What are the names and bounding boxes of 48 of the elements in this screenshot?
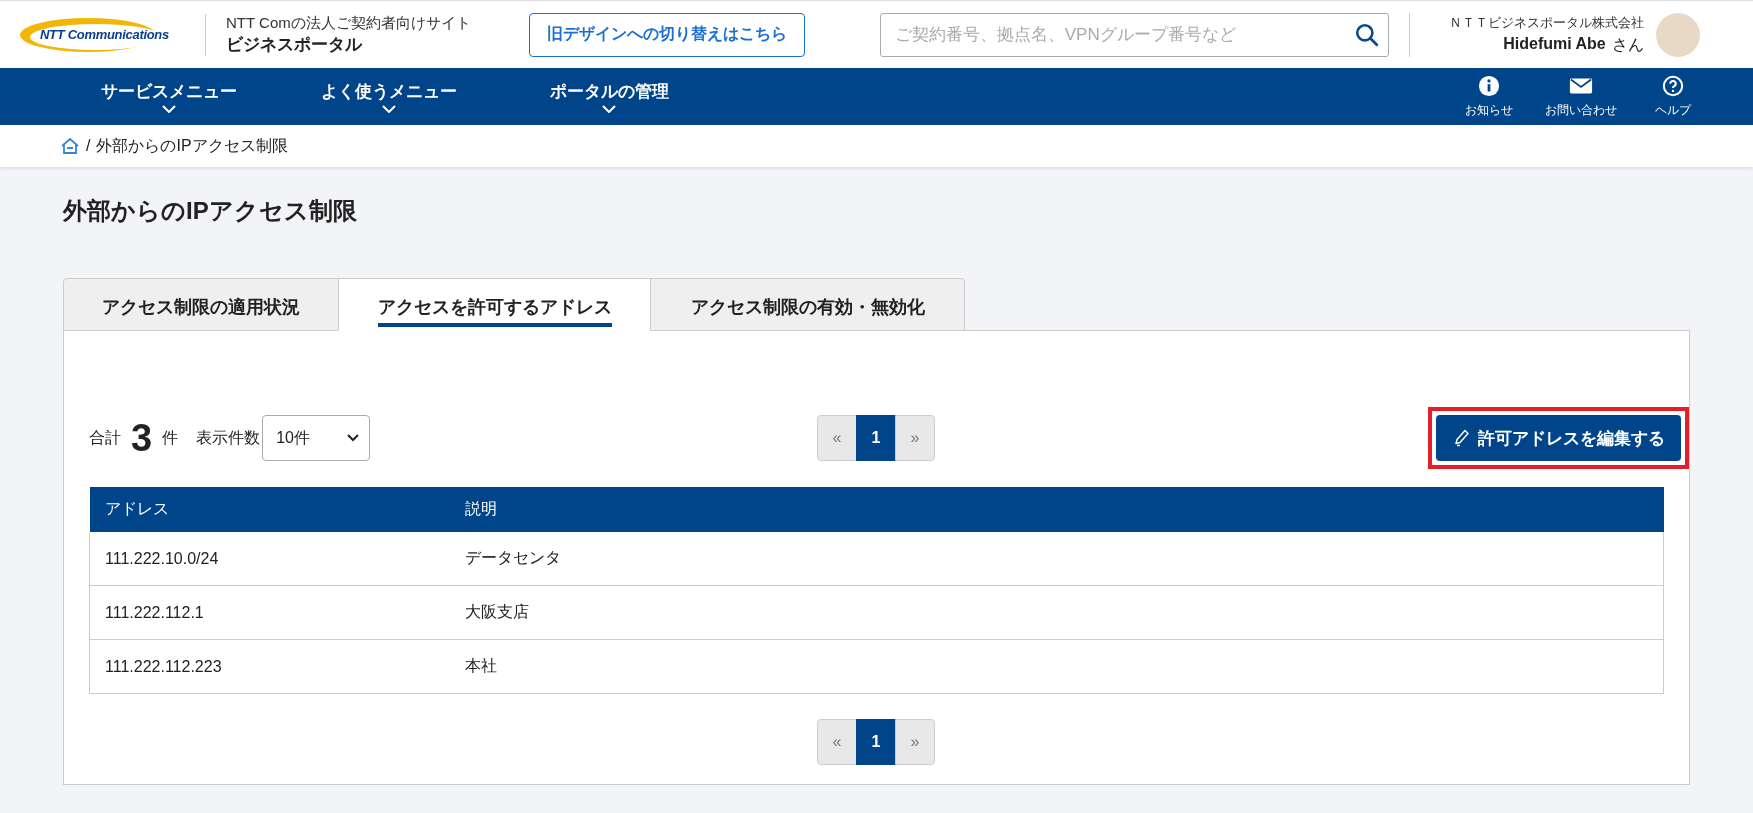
- caret-icon: [347, 434, 360, 442]
- total-label: 合計: [89, 427, 121, 448]
- tab[interactable]: アクセス制限の有効・無効化: [650, 278, 965, 331]
- nav-icon-button[interactable]: ヘルプ: [1643, 74, 1703, 119]
- previous-page-button[interactable]: «: [817, 415, 857, 461]
- page-button[interactable]: 1: [856, 415, 896, 461]
- site-caption: NTT Comの法人ご契約者向けサイト: [226, 13, 471, 33]
- column-header: 説明: [449, 487, 1664, 532]
- total-unit: 件: [162, 427, 179, 448]
- table-cell: 111.222.112.1: [89, 585, 450, 640]
- old-design-link[interactable]: 旧デザインへの切り替えはこちら: [528, 12, 805, 57]
- chevron-down-icon: [382, 105, 396, 113]
- total-count: 3: [131, 416, 153, 460]
- per-page-select[interactable]: 10件: [262, 415, 371, 461]
- chevron-down-icon: [602, 105, 616, 113]
- table-cell: 111.222.10.0/24: [89, 532, 450, 586]
- page-title: 外部からのIPアクセス制限: [63, 196, 358, 226]
- table-cell: データセンタ: [449, 532, 1664, 586]
- breadcrumb-current: 外部からのIPアクセス制限: [96, 135, 288, 156]
- home-icon[interactable]: [60, 137, 80, 155]
- tab[interactable]: アクセスを許可するアドレス: [338, 278, 651, 331]
- search-field[interactable]: ご契約番号、拠点名、VPNグループ番号など: [879, 12, 1389, 57]
- pen-icon: [1454, 429, 1470, 447]
- chevron-down-icon: [162, 105, 176, 113]
- nav-menu[interactable]: ポータルの管理: [526, 80, 692, 113]
- search-icon[interactable]: [1353, 21, 1380, 48]
- nav-icon-button[interactable]: お問い合わせ: [1545, 74, 1617, 119]
- tab[interactable]: アクセス制限の適用状況: [63, 278, 339, 331]
- per-page-label: 表示件数: [196, 427, 261, 448]
- breadcrumb-separator: /: [86, 137, 91, 155]
- nav-menu[interactable]: よく使うメニュー: [306, 80, 472, 113]
- column-header: アドレス: [89, 487, 450, 532]
- table-cell: 111.222.112.223: [89, 639, 450, 694]
- table-cell: 本社: [449, 639, 1664, 694]
- table-cell: 大阪支店: [449, 585, 1664, 640]
- nav-icon-button[interactable]: お知らせ: [1459, 74, 1519, 119]
- edit-addresses-button[interactable]: 許可アドレスを編集する: [1436, 415, 1681, 461]
- nav-menu[interactable]: サービスメニュー: [86, 80, 252, 113]
- honorific: さん: [1611, 34, 1644, 55]
- previous-page-button[interactable]: «: [817, 719, 857, 765]
- next-page-button[interactable]: »: [895, 415, 935, 461]
- company-name: ＮＴＴビジネスポータル株式会社: [1448, 13, 1644, 32]
- next-page-button[interactable]: »: [895, 719, 935, 765]
- help-icon: [1661, 74, 1685, 97]
- site-name: ビジネスポータル: [226, 33, 364, 56]
- user-name: Hidefumi Abe: [1503, 34, 1606, 54]
- info-icon: [1477, 74, 1501, 97]
- page-button[interactable]: 1: [856, 719, 896, 765]
